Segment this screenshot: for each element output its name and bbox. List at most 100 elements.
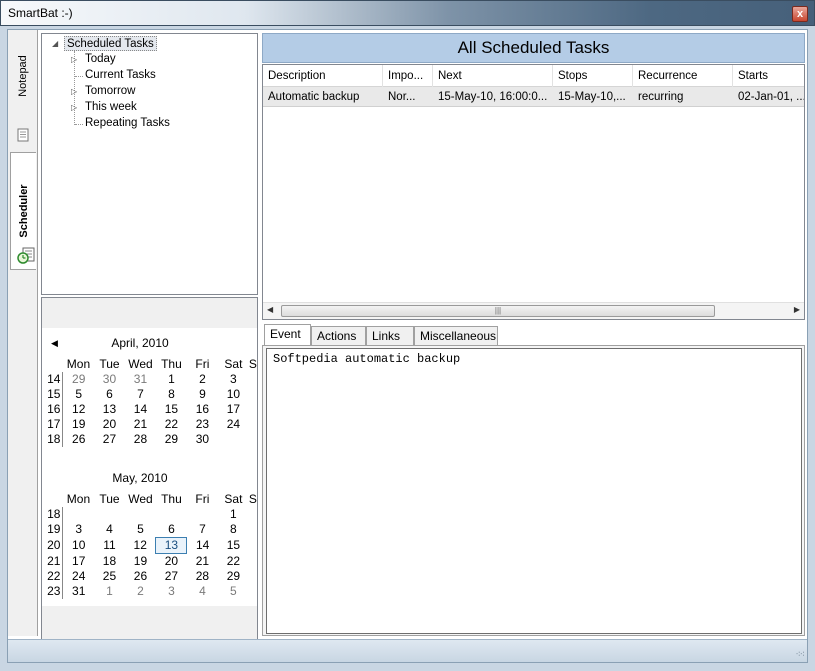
column-header-next[interactable]: Next bbox=[433, 65, 553, 87]
calendar-day[interactable]: 6 bbox=[156, 522, 187, 538]
tab-miscellaneous[interactable]: Miscellaneous bbox=[414, 326, 498, 346]
tab-actions[interactable]: Actions bbox=[311, 326, 366, 346]
event-text-area[interactable]: Softpedia automatic backup bbox=[266, 348, 802, 634]
calendar-day[interactable]: 29 bbox=[63, 372, 94, 387]
scroll-left-icon[interactable]: ◀ bbox=[267, 305, 273, 314]
tab-scheduler[interactable]: Scheduler bbox=[10, 152, 36, 270]
calendar-day[interactable]: 5 bbox=[218, 584, 249, 599]
tree-item-this-week[interactable]: This week bbox=[85, 100, 137, 115]
calendar-day[interactable]: 12 bbox=[63, 402, 94, 417]
calendar-day[interactable]: 14 bbox=[125, 402, 156, 417]
calendar-day[interactable]: 1 bbox=[94, 584, 125, 599]
calendar-day[interactable]: 9 bbox=[187, 387, 218, 402]
calendar-day[interactable]: 30 bbox=[94, 372, 125, 387]
expand-arrow-icon[interactable]: ▷ bbox=[71, 87, 77, 96]
tab-notepad[interactable]: Notepad bbox=[10, 32, 36, 120]
calendar-day[interactable]: 1 bbox=[218, 507, 249, 522]
month-title: April, 2010 bbox=[111, 336, 169, 350]
calendar-day[interactable]: 17 bbox=[218, 402, 249, 417]
calendar-day[interactable]: 15 bbox=[156, 402, 187, 417]
calendar-day bbox=[218, 432, 249, 447]
tab-links[interactable]: Links bbox=[366, 326, 414, 346]
column-header-stops[interactable]: Stops bbox=[553, 65, 633, 87]
calendar-day[interactable]: 22 bbox=[218, 554, 249, 570]
calendar-day[interactable]: 28 bbox=[187, 569, 218, 584]
calendar-day[interactable]: 11 bbox=[94, 538, 125, 554]
calendar-day[interactable]: 4 bbox=[187, 584, 218, 599]
calendar-day[interactable]: 25 bbox=[94, 569, 125, 584]
calendar-day[interactable]: 26 bbox=[125, 569, 156, 584]
column-header-starts[interactable]: Starts bbox=[733, 65, 804, 87]
column-header-importance[interactable]: Impo... bbox=[383, 65, 433, 87]
calendar-day[interactable]: 30 bbox=[187, 432, 218, 447]
calendar-day[interactable]: 29 bbox=[156, 432, 187, 447]
calendar-day[interactable]: 5 bbox=[63, 387, 94, 402]
table-row[interactable]: Automatic backup Nor... 15-May-10, 16:00… bbox=[263, 87, 804, 107]
calendar-day[interactable]: 28 bbox=[125, 432, 156, 447]
calendar-day[interactable]: 21 bbox=[125, 417, 156, 432]
calendar-day[interactable]: 3 bbox=[63, 522, 94, 538]
calendar-day[interactable]: 8 bbox=[218, 522, 249, 538]
week-number: 14 bbox=[45, 372, 64, 387]
calendar-day[interactable]: 29 bbox=[218, 569, 249, 584]
calendar-day[interactable]: 27 bbox=[94, 432, 125, 447]
column-header-recurrence[interactable]: Recurrence bbox=[633, 65, 733, 87]
calendar-panel: ◀ April, 2010 Mon Tue Wed Thu Fri Sat S 14 29 30 3… bbox=[41, 297, 258, 641]
calendar-day[interactable]: 6 bbox=[94, 387, 125, 402]
tab-event[interactable]: Event bbox=[264, 324, 311, 346]
tree-item-current-tasks[interactable]: Current Tasks bbox=[85, 68, 156, 83]
calendar-day[interactable]: 12 bbox=[125, 538, 156, 554]
calendar-day[interactable]: 10 bbox=[63, 538, 94, 554]
calendar-day[interactable]: 7 bbox=[125, 387, 156, 402]
calendar-day-today[interactable]: 13 bbox=[155, 537, 188, 554]
calendar-day[interactable]: 8 bbox=[156, 387, 187, 402]
calendar-day[interactable]: 14 bbox=[187, 538, 218, 554]
tasks-grid: Description Impo... Next Stops Recurrenc… bbox=[262, 64, 805, 320]
calendar-day[interactable]: 1 bbox=[156, 372, 187, 387]
calendar-day[interactable]: 20 bbox=[156, 554, 187, 570]
calendar-day[interactable]: 19 bbox=[63, 417, 94, 432]
scroll-right-icon[interactable]: ▶ bbox=[794, 305, 800, 314]
calendar-day[interactable]: 23 bbox=[187, 417, 218, 432]
calendar-day[interactable]: 19 bbox=[125, 554, 156, 570]
calendar-day[interactable]: 27 bbox=[156, 569, 187, 584]
calendar-day[interactable]: 21 bbox=[187, 554, 218, 570]
column-header-description[interactable]: Description bbox=[263, 65, 383, 87]
expand-arrow-icon[interactable]: ▷ bbox=[71, 55, 77, 64]
calendar-day[interactable]: 2 bbox=[187, 372, 218, 387]
calendar-day[interactable]: 3 bbox=[218, 372, 249, 387]
tree-item-tomorrow[interactable]: Tomorrow bbox=[85, 84, 135, 99]
calendar-day[interactable]: 24 bbox=[218, 417, 249, 432]
calendar-day bbox=[187, 507, 218, 522]
calendar-day[interactable]: 2 bbox=[125, 584, 156, 599]
horizontal-scrollbar[interactable]: ◀ ||| ▶ bbox=[263, 302, 804, 319]
calendar-day[interactable]: 31 bbox=[125, 372, 156, 387]
expand-arrow-icon[interactable]: ▷ bbox=[71, 103, 77, 112]
calendar-day[interactable]: 20 bbox=[94, 417, 125, 432]
calendar-day[interactable]: 13 bbox=[94, 402, 125, 417]
close-button[interactable]: x bbox=[792, 6, 808, 22]
tree-item-today[interactable]: Today bbox=[85, 52, 116, 67]
calendar-day[interactable]: 5 bbox=[125, 522, 156, 538]
calendar-day[interactable]: 31 bbox=[63, 584, 94, 599]
calendar-day[interactable]: 24 bbox=[63, 569, 94, 584]
collapse-arrow-icon[interactable]: ◢ bbox=[52, 39, 58, 48]
calendar-day[interactable]: 16 bbox=[187, 402, 218, 417]
calendar-day[interactable]: 22 bbox=[156, 417, 187, 432]
tree-item-repeating-tasks[interactable]: Repeating Tasks bbox=[85, 116, 170, 131]
tree-root-scheduled-tasks[interactable]: Scheduled Tasks bbox=[64, 36, 157, 51]
scrollbar-thumb[interactable]: ||| bbox=[281, 305, 715, 317]
resize-grip-icon[interactable]: ⁖⁖ bbox=[795, 649, 804, 660]
weekday-header: Fri bbox=[195, 491, 210, 506]
calendar-day[interactable]: 7 bbox=[187, 522, 218, 538]
calendar-day[interactable]: 4 bbox=[94, 522, 125, 538]
calendar-day[interactable]: 3 bbox=[156, 584, 187, 599]
calendar-day[interactable]: 26 bbox=[63, 432, 94, 447]
calendar-day[interactable]: 18 bbox=[94, 554, 125, 570]
notepad-icon[interactable] bbox=[16, 128, 30, 142]
weekday-header: Wed bbox=[128, 491, 153, 506]
calendar-day[interactable]: 17 bbox=[63, 554, 94, 570]
close-icon: x bbox=[796, 8, 804, 20]
calendar-day[interactable]: 15 bbox=[218, 538, 249, 554]
calendar-day[interactable]: 10 bbox=[218, 387, 249, 402]
